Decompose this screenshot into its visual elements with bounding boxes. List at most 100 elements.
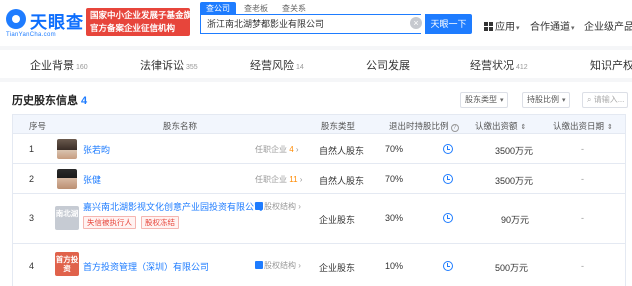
subscribed-amount: 500万元 [495,263,529,273]
nav-cooperation[interactable]: 合作通道▾ [530,18,575,33]
tab-risk[interactable]: 经营风险 14 [250,57,304,73]
tab-count: 160 [76,64,88,71]
help-icon[interactable]: ? [450,124,459,132]
risk-tag[interactable]: 失信被执行人 [83,216,136,229]
row-index: 1 [29,144,35,154]
col-ratio: 退出时持股比例? [389,120,459,132]
tab-label: 知识产权 [590,60,632,72]
history-clock-icon[interactable] [443,261,453,271]
company-logo[interactable]: 首方投资 [55,252,79,276]
search-input[interactable]: 浙江南北湖梦都影业有限公司 [200,14,421,34]
col-date-label: 认缴出资日期 [553,121,605,131]
equity-structure-icon [255,261,263,269]
share-ratio: 30% [385,213,404,223]
col-name: 股东名称 [163,121,198,131]
subscribed-amount: 3500万元 [495,176,534,186]
banner-line-2: 官方备案企业征信机构 [90,23,176,33]
sort-icon[interactable]: ⇕ [605,124,613,131]
chevron-down-icon: ▾ [571,25,575,32]
shareholder-search-input[interactable]: ⌕ 请输入... [582,92,628,108]
table-row: 2 张健 任职企业 11 › 自然人股东 70% 3500万元 - [12,164,626,194]
row-index: 4 [29,261,35,271]
share-ratio: 10% [385,261,404,271]
equity-structure-link[interactable]: 股权结构 › [255,260,301,271]
subscribed-date: - [581,261,584,271]
section-title-text: 历史股东信息 [12,95,78,107]
filter-share-ratio[interactable]: 持股比例 ▾ [522,92,571,108]
risk-tag[interactable]: 股权冻结 [141,216,179,229]
col-amount-label: 认缴出资额 [475,121,518,131]
tab-background[interactable]: 企业背景 160 [30,57,88,73]
table-row: 3 南北湖 嘉兴南北湖影视文化创意产业园投资有限公司 股权结构 › 失信被执行人… [12,194,626,244]
history-clock-icon[interactable] [443,144,453,154]
shareholder-type: 自然人股东 [319,146,365,156]
col-amount: 认缴出资额 ⇕ [475,120,526,132]
tab-development[interactable]: 公司发展 [366,57,410,73]
share-ratio: 70% [385,144,404,154]
meta-label: 任职企业 [255,175,287,184]
avatar[interactable] [57,169,77,189]
logo[interactable]: 天眼查 TianYanCha.com [6,6,86,40]
company-logo[interactable]: 南北湖 [55,206,79,230]
table-row: 1 张若昀 任职企业 4 › 自然人股东 70% 3500万元 - [12,134,626,164]
equity-structure-icon [255,202,263,210]
subscribed-date: - [581,144,584,154]
shareholder-type: 企业股东 [319,263,356,273]
subscribed-amount: 3500万元 [495,146,534,156]
chevron-down-icon: ▾ [560,97,566,104]
tab-ip[interactable]: 知识产权 [590,57,632,73]
related-companies-link[interactable]: 任职企业 11 › [255,174,302,185]
tab-count: 355 [186,64,198,71]
tab-count: 14 [296,64,304,71]
history-shareholders-section: 历史股东信息 4 股东类型 ▾ 持股比例 ▾ ⌕ 请输入... 序号 股东名称 股… [0,82,632,286]
row-index: 2 [29,174,35,184]
chevron-down-icon: ▾ [498,97,504,104]
history-clock-icon[interactable] [443,213,453,223]
col-type: 股东类型 [321,121,356,131]
promo-banner[interactable]: 国家中小企业发展子基金旗下 官方备案企业征信机构 [86,8,190,36]
subscribed-amount: 90万元 [501,215,530,225]
nav-apps[interactable]: 应用▾ [484,18,520,33]
meta-count: 11 [289,175,298,184]
shareholder-name-link[interactable]: 张若昀 [83,143,110,156]
shareholder-name-link[interactable]: 首方投资管理（深圳）有限公司 [83,260,209,273]
sort-icon[interactable]: ⇕ [519,124,526,131]
row-index: 3 [29,213,35,223]
nav-enterprise[interactable]: 企业级产品 [584,18,632,33]
equity-label: 股权结构 [264,202,296,211]
col-ratio-label: 退出时持股比例 [389,121,449,131]
eye-logo-icon [6,9,26,29]
chevron-right-icon: › [296,261,301,270]
nav-enterprise-label: 企业级产品 [584,22,632,33]
search-button[interactable]: 天眼一下 [425,14,472,34]
col-index: 序号 [29,121,47,131]
tab-label: 企业背景 [30,60,74,72]
equity-structure-link[interactable]: 股权结构 › [255,201,301,212]
chevron-right-icon: › [293,145,299,154]
chevron-down-icon: ▾ [516,25,520,32]
shareholder-type: 自然人股东 [319,176,365,186]
chevron-right-icon: › [296,202,301,211]
tab-label: 公司发展 [366,60,410,72]
table-row: 4 首方投资 首方投资管理（深圳）有限公司 股权结构 › 企业股东 10% 50… [12,244,626,286]
section-count: 4 [81,95,88,107]
shareholder-type: 企业股东 [319,215,356,225]
related-companies-link[interactable]: 任职企业 4 › [255,144,299,155]
nav-apps-label: 应用 [495,22,515,33]
avatar[interactable] [57,139,77,159]
tab-count: 412 [516,64,528,71]
share-ratio: 70% [385,174,404,184]
tab-lawsuits[interactable]: 法律诉讼 355 [140,57,198,73]
banner-line-1: 国家中小企业发展子基金旗下 [90,10,190,20]
top-header: 天眼查 TianYanCha.com 国家中小企业发展子基金旗下 官方备案企业征… [0,0,632,46]
filter-shareholder-type[interactable]: 股东类型 ▾ [460,92,509,108]
shareholder-name-link[interactable]: 嘉兴南北湖影视文化创意产业园投资有限公司 [83,200,263,213]
search-placeholder: 请输入... [593,95,625,104]
shareholder-name-link[interactable]: 张健 [83,173,101,186]
nav-cooperation-label: 合作通道 [530,22,570,33]
logo-subtext: TianYanCha.com [6,32,56,38]
history-clock-icon[interactable] [443,174,453,184]
col-date: 认缴出资日期 ⇕ [553,120,613,132]
tab-operations[interactable]: 经营状况 412 [470,57,528,73]
clear-search-icon[interactable]: × [410,17,422,29]
